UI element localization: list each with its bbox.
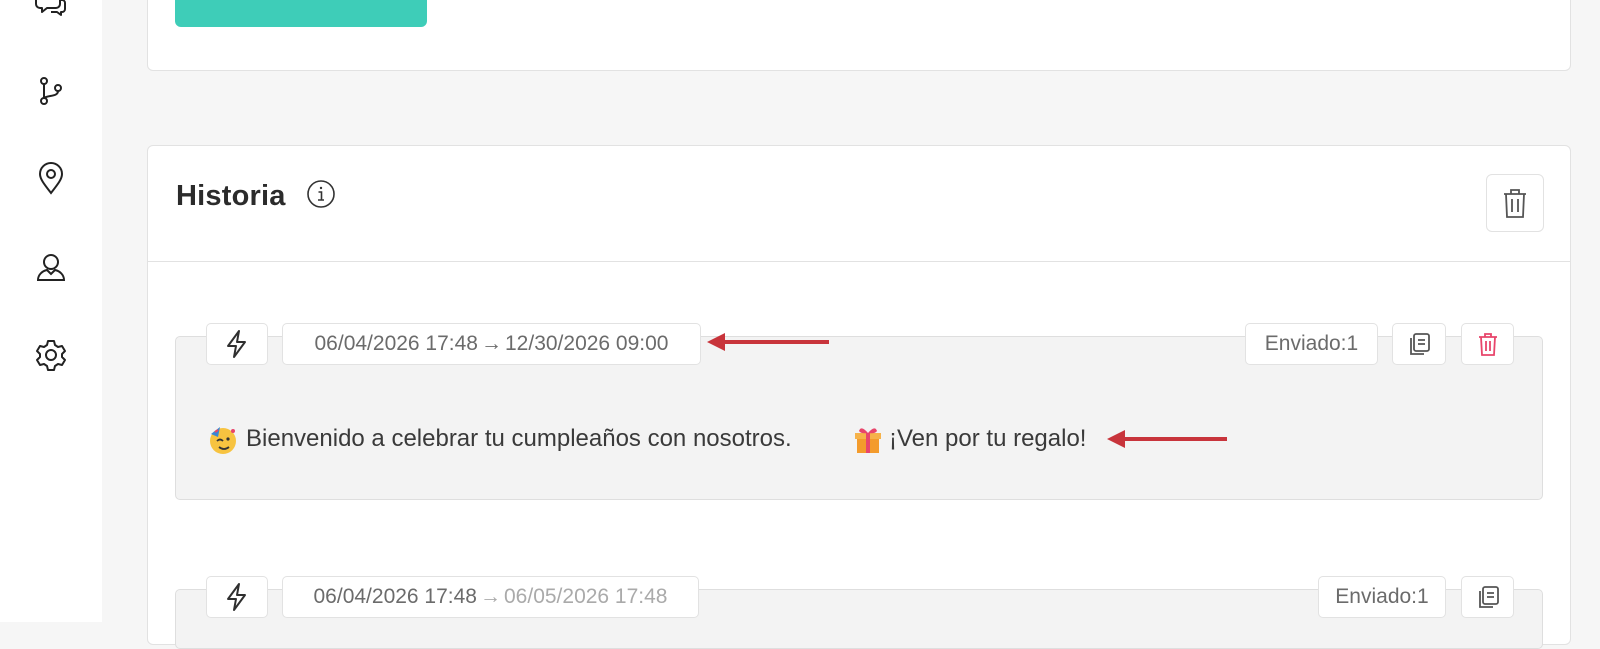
gear-icon [36, 340, 66, 371]
date-start: 06/04/2026 17:48 [313, 585, 478, 608]
annotation-arrow [707, 333, 829, 351]
primary-action-button[interactable] [175, 0, 427, 27]
chat-icon [35, 0, 66, 16]
info-icon[interactable] [306, 179, 336, 209]
delete-entry-button[interactable] [1461, 323, 1514, 365]
sent-count-label: Enviado:1 [1335, 585, 1429, 608]
clear-history-button[interactable] [1486, 174, 1544, 232]
copy-button[interactable] [1392, 323, 1446, 365]
sent-count-badge: Enviado:1 [1318, 576, 1446, 618]
trigger-button[interactable] [206, 576, 268, 618]
annotation-arrow [1107, 430, 1227, 448]
nav-settings[interactable] [31, 335, 71, 375]
nav-location[interactable] [31, 159, 71, 199]
sidebar [0, 0, 102, 622]
message-tail-text: ¡Ven por tu regalo! [889, 425, 1087, 452]
branch-icon [40, 77, 62, 105]
message-tail: ¡Ven por tu regalo! [889, 425, 1086, 453]
gift-emoji [855, 428, 881, 453]
message-body: Bienvenido a celebrar tu cumpleaños con … [246, 425, 792, 452]
history-header-divider [147, 261, 1571, 262]
trash-icon [1504, 189, 1526, 218]
date-range: 06/04/2026 17:48 → 06/05/2026 17:48 [282, 576, 699, 618]
party-face-emoji [210, 427, 236, 454]
trash-icon [1478, 333, 1497, 356]
date-arrow: → [480, 585, 501, 608]
date-end: 12/30/2026 09:00 [505, 332, 669, 355]
copy-icon [1410, 333, 1430, 355]
bolt-icon [227, 330, 246, 358]
copy-icon [1478, 586, 1499, 608]
date-range: 06/04/2026 17:48 → 12/30/2026 09:00 [282, 323, 701, 365]
trigger-button[interactable] [206, 323, 268, 365]
date-arrow: → [481, 332, 502, 355]
bolt-icon [227, 583, 246, 611]
nav-branch[interactable] [31, 71, 71, 111]
copy-button[interactable] [1461, 576, 1514, 618]
user-icon [36, 254, 66, 281]
sent-count-label: Enviado:1 [1264, 332, 1359, 355]
location-pin-icon [38, 162, 64, 195]
date-end: 06/05/2026 17:48 [504, 585, 668, 608]
nav-user[interactable] [31, 248, 71, 288]
history-title: Historia [176, 180, 286, 212]
sent-count-badge: Enviado:1 [1245, 323, 1378, 365]
nav-chat[interactable] [31, 0, 71, 25]
date-start: 06/04/2026 17:48 [314, 332, 479, 355]
message-text: Bienvenido a celebrar tu cumpleaños con … [246, 425, 792, 453]
